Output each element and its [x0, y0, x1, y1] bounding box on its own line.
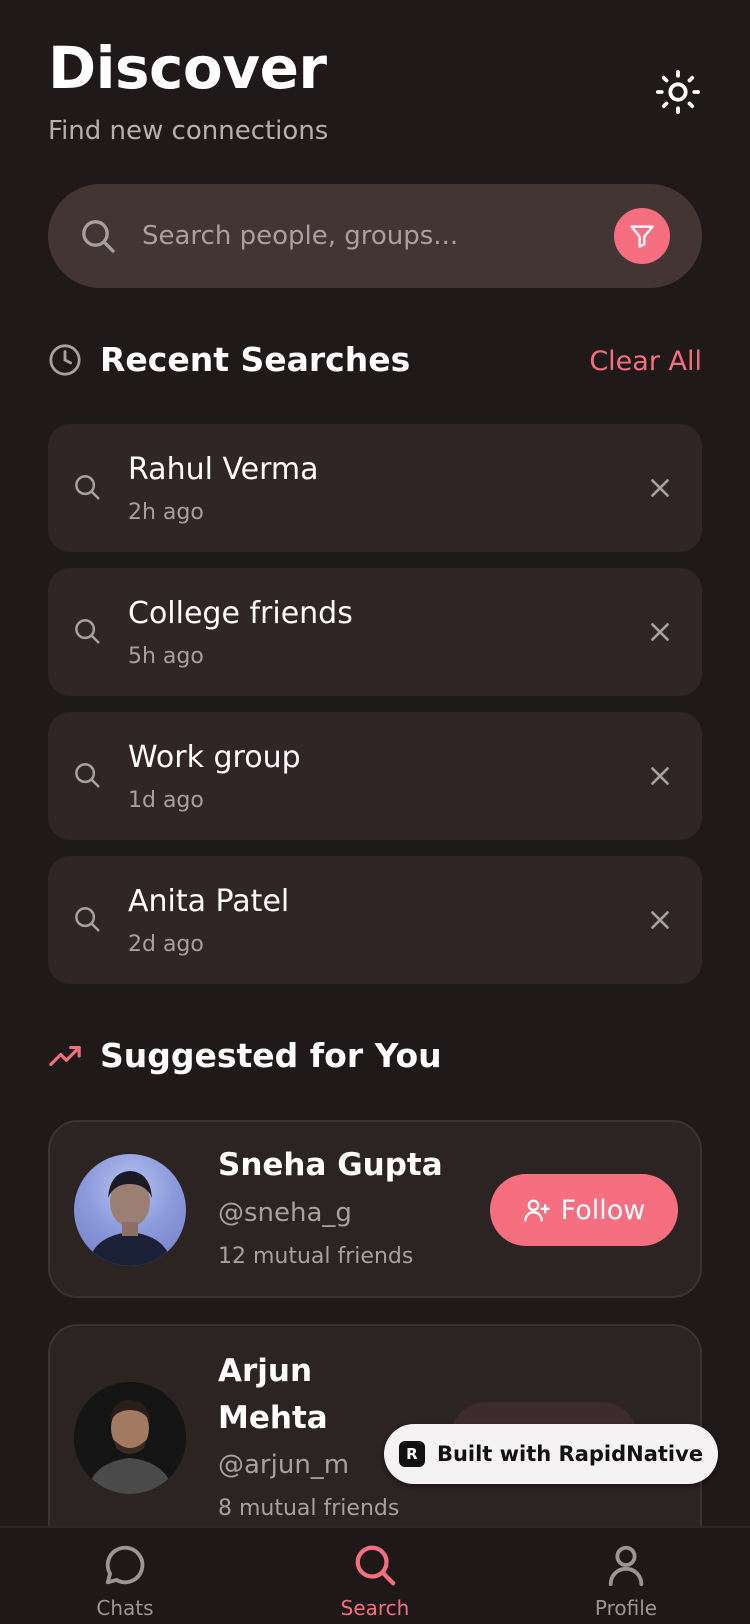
recent-search-time: 2d ago [128, 932, 204, 957]
recent-search-item[interactable]: Anita Patel 2d ago [48, 856, 702, 984]
nav-item-chats[interactable]: Chats [45, 1542, 205, 1620]
mutual-friends: 12 mutual friends [218, 1244, 414, 1269]
filter-icon [630, 225, 654, 248]
search-icon [72, 472, 102, 506]
bottom-nav: Chats Search Profile [0, 1526, 750, 1624]
recent-search-name: College friends [128, 596, 353, 631]
recent-search-time: 5h ago [128, 644, 204, 669]
remove-recent-button[interactable] [642, 902, 678, 938]
close-icon [651, 767, 669, 785]
clear-all-button[interactable]: Clear All [589, 346, 702, 377]
person-name: Sneha Gupta [218, 1147, 443, 1183]
person-handle: @sneha_g [218, 1198, 352, 1228]
remove-recent-button[interactable] [642, 758, 678, 794]
search-icon [72, 760, 102, 794]
follow-label: Follow [560, 1194, 646, 1226]
clock-icon [49, 343, 81, 376]
filter-button[interactable] [614, 208, 670, 264]
search-icon [78, 216, 118, 260]
search-icon [72, 904, 102, 938]
search-icon [72, 616, 102, 650]
recent-search-time: 1d ago [128, 788, 204, 813]
built-with-badge[interactable]: R Built with RapidNative [384, 1424, 718, 1484]
search-icon [355, 1545, 396, 1586]
nav-label-profile: Profile [594, 1596, 658, 1620]
nav-item-profile[interactable]: Profile [546, 1542, 706, 1620]
recent-search-time: 2h ago [128, 500, 204, 525]
remove-recent-button[interactable] [642, 614, 678, 650]
nav-item-search[interactable]: Search [295, 1542, 455, 1620]
rapidnative-logo: R [398, 1441, 425, 1467]
avatar [74, 1382, 186, 1494]
close-icon [651, 623, 669, 641]
avatar [74, 1154, 186, 1266]
search-bar [48, 184, 702, 288]
person-name: Arjun Mehta [218, 1353, 328, 1436]
trending-up-icon [49, 1045, 81, 1066]
remove-recent-button[interactable] [642, 470, 678, 506]
mutual-friends: 8 mutual friends [218, 1496, 400, 1521]
person-handle: @arjun_m [218, 1450, 350, 1480]
close-icon [651, 479, 669, 497]
recent-search-item[interactable]: Rahul Verma 2h ago [48, 424, 702, 552]
recent-search-name: Anita Patel [128, 884, 290, 919]
recent-search-item[interactable]: College friends 5h ago [48, 568, 702, 696]
suggested-person-card[interactable]: Sneha Gupta @sneha_g 12 mutual friends F… [48, 1120, 702, 1298]
page-subtitle: Find new connections [48, 116, 329, 146]
nav-label-search: Search [340, 1596, 410, 1620]
theme-toggle-button[interactable] [652, 66, 704, 118]
suggested-heading: Suggested for You [100, 1036, 442, 1075]
chat-bubble-icon [105, 1545, 145, 1585]
search-input[interactable] [142, 212, 582, 260]
recent-searches-list: Rahul Verma 2h ago College friends 5h ag… [48, 424, 702, 1000]
recent-search-name: Rahul Verma [128, 452, 319, 487]
badge-label: Built with RapidNative [436, 1442, 704, 1466]
recent-search-item[interactable]: Work group 1d ago [48, 712, 702, 840]
recent-searches-heading: Recent Searches [100, 340, 411, 379]
close-icon [651, 911, 669, 929]
recent-searches-header: Recent Searches [48, 340, 410, 379]
suggested-header: Suggested for You [48, 1036, 442, 1075]
nav-label-chats: Chats [96, 1596, 154, 1620]
discover-screen: Discover Find new connections Recent Sea… [0, 0, 750, 1624]
page-title: Discover [48, 34, 327, 102]
user-icon [608, 1545, 644, 1587]
sun-icon [655, 69, 701, 115]
follow-button[interactable]: Follow [490, 1174, 678, 1246]
user-plus-icon [523, 1199, 550, 1222]
recent-search-name: Work group [128, 740, 301, 775]
